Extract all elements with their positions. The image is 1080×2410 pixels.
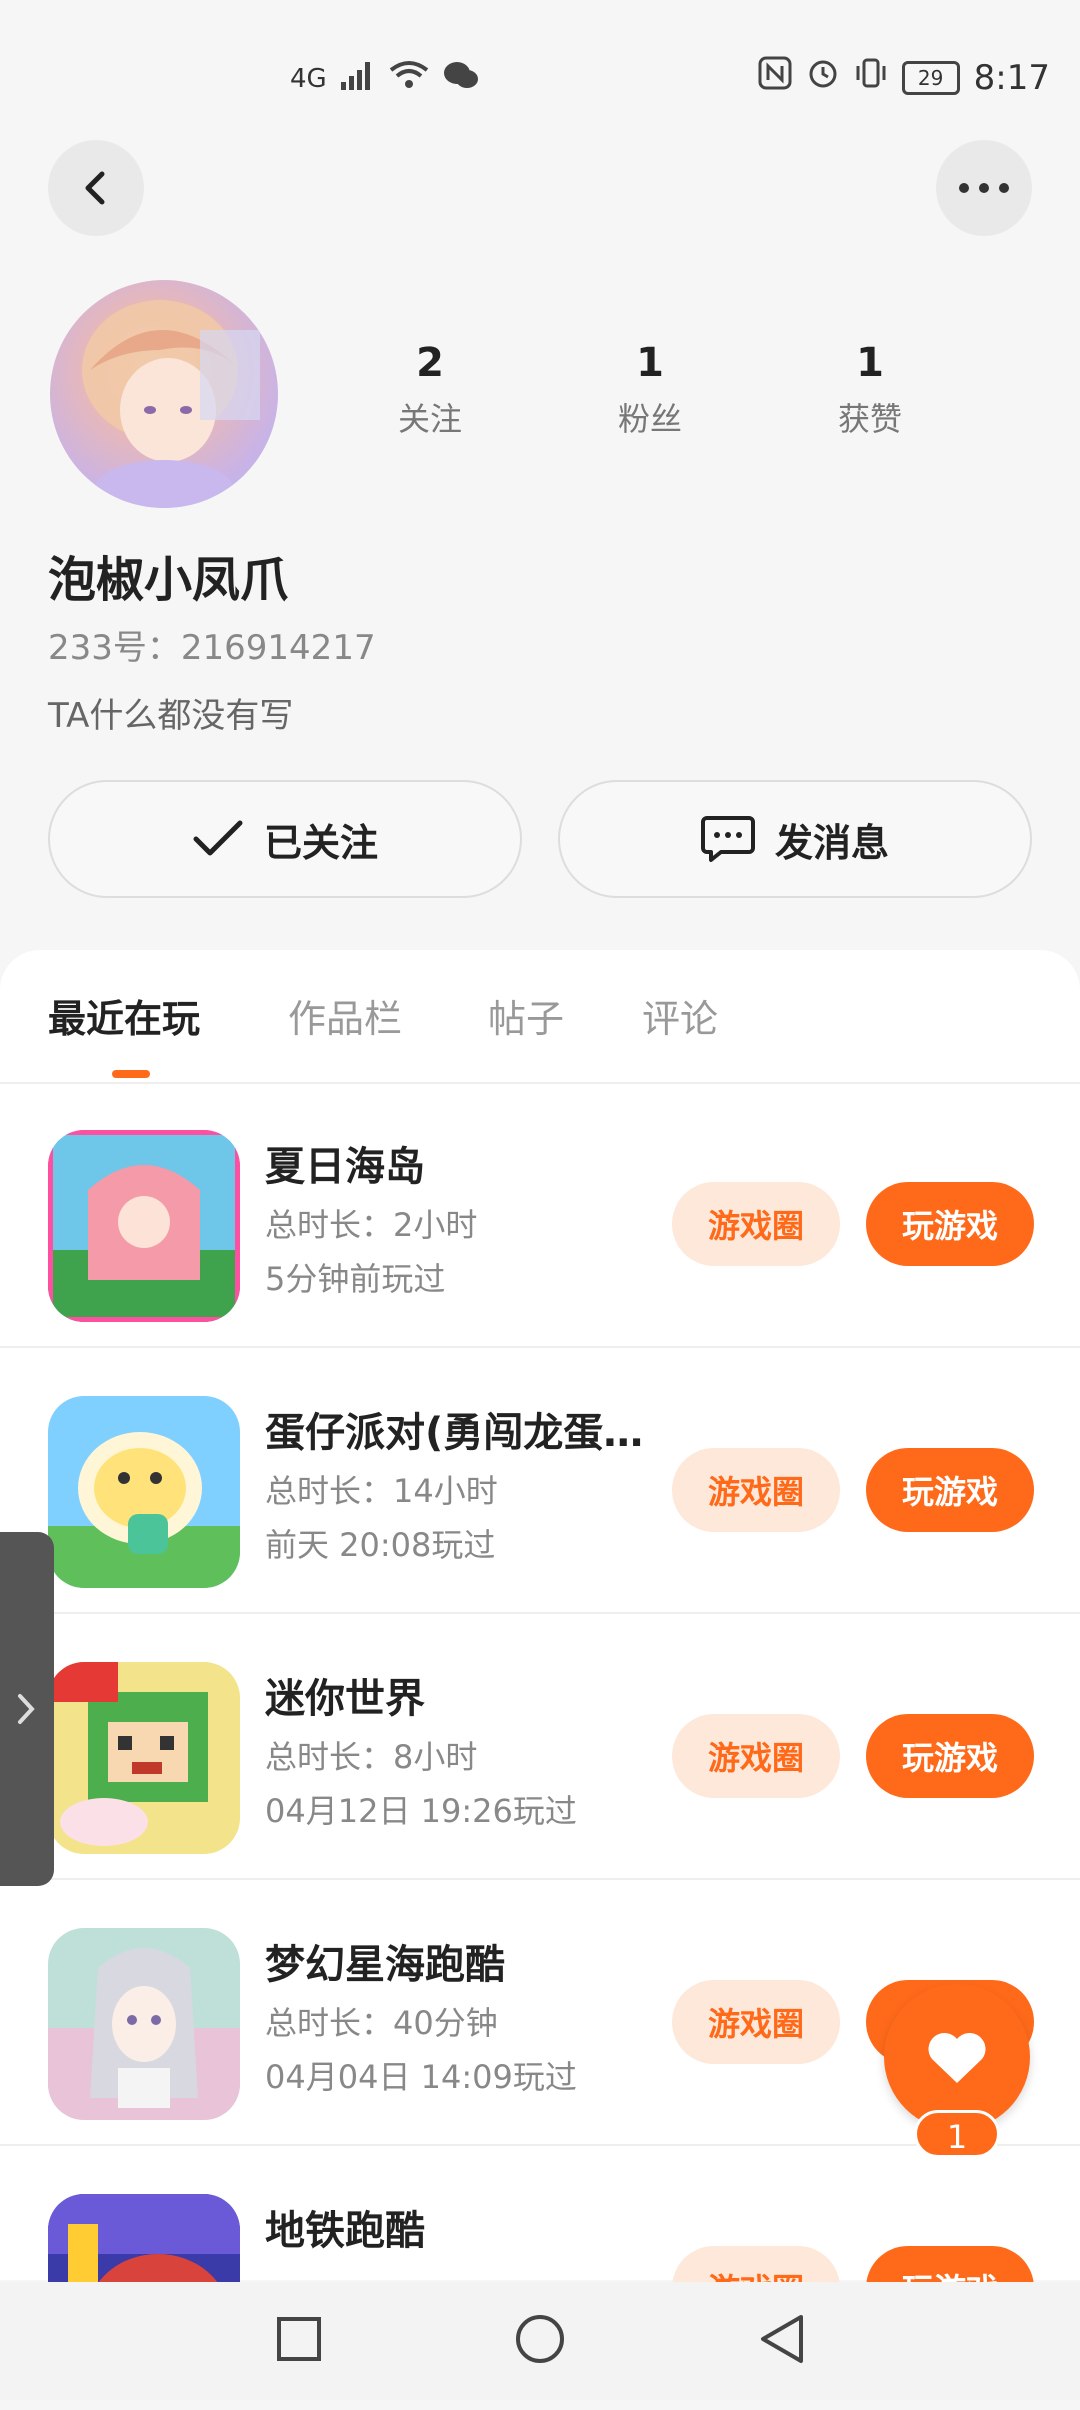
status-bar: 4G 29 8:17 <box>0 0 1080 150</box>
more-button[interactable] <box>936 140 1032 236</box>
chevron-right-icon <box>18 1694 35 1724</box>
system-nav-bar <box>0 2282 1080 2400</box>
like-count-badge: 1 <box>914 2110 1000 2158</box>
circle-icon <box>515 2315 564 2363</box>
vibrate-icon <box>854 56 888 99</box>
game-circle-button[interactable]: 游戏圈 <box>672 1714 840 1798</box>
tab-posts[interactable]: 帖子 <box>488 988 564 1043</box>
like-button[interactable] <box>884 1984 1030 2130</box>
game-icon-mini-world[interactable] <box>48 1662 240 1854</box>
follow-label: 已关注 <box>263 820 378 865</box>
stat-likes[interactable]: 1 获赞 <box>760 340 980 440</box>
avatar-illustration <box>82 300 260 508</box>
avatar[interactable] <box>50 280 278 508</box>
game-row[interactable]: 蛋仔派对(勇闯龙蛋… 总时长：14小时 前天 20:08玩过 游戏圈 玩游戏 <box>0 1348 1080 1614</box>
game-circle-button[interactable]: 游戏圈 <box>672 1182 840 1266</box>
game-row[interactable]: 迷你世界 总时长：8小时 04月12日 19:26玩过 游戏圈 玩游戏 <box>0 1614 1080 1880</box>
profile-uid: 233号：216914217 <box>48 628 376 668</box>
game-title: 夏日海岛 <box>265 1144 425 1190</box>
tab-recent[interactable]: 最近在玩 <box>48 988 200 1043</box>
fans-label: 粉丝 <box>617 400 682 438</box>
likes-label: 获赞 <box>837 400 902 438</box>
game-title: 迷你世界 <box>265 1676 425 1722</box>
play-game-button[interactable]: 玩游戏 <box>866 1448 1034 1532</box>
signal-icon <box>340 60 375 97</box>
game-title: 蛋仔派对(勇闯龙蛋… <box>265 1410 644 1456</box>
home-button[interactable] <box>514 2313 566 2369</box>
follow-button[interactable]: 已关注 <box>48 780 522 898</box>
game-duration: 总时长：14小时 <box>265 1472 498 1510</box>
game-title: 地铁跑酷 <box>265 2208 425 2254</box>
network-label: 4G <box>290 63 327 94</box>
game-icon-summer-island[interactable] <box>48 1130 240 1322</box>
play-game-button[interactable]: 玩游戏 <box>866 1182 1034 1266</box>
chat-bubble-icon <box>700 816 755 862</box>
game-icon-eggy-party[interactable] <box>48 1396 240 1588</box>
triangle-back-icon <box>760 2315 803 2363</box>
square-icon <box>277 2317 322 2361</box>
game-duration: 总时长：40分钟 <box>265 2004 498 2042</box>
tab-comments[interactable]: 评论 <box>642 988 718 1043</box>
time-label: 8:17 <box>973 57 1050 98</box>
stat-following[interactable]: 2 关注 <box>320 340 540 440</box>
message-button[interactable]: 发消息 <box>558 780 1032 898</box>
following-label: 关注 <box>397 400 462 438</box>
game-circle-button[interactable]: 游戏圈 <box>672 1448 840 1532</box>
following-count: 2 <box>416 340 444 386</box>
profile-name: 泡椒小凤爪 <box>48 552 289 608</box>
back-button[interactable] <box>48 140 144 236</box>
status-left: 4G <box>290 60 479 97</box>
game-icon-dream-starsea-parkour[interactable] <box>48 1928 240 2120</box>
play-game-button[interactable]: 玩游戏 <box>866 1714 1034 1798</box>
stat-fans[interactable]: 1 粉丝 <box>540 340 760 440</box>
heart-icon <box>928 2032 986 2083</box>
game-last-played: 5分钟前玩过 <box>265 1260 446 1298</box>
wifi-icon <box>389 60 429 97</box>
more-dots-icon <box>959 183 1009 193</box>
tab-active-indicator <box>112 1070 150 1078</box>
profile-bio: TA什么都没有写 <box>48 696 294 736</box>
back-nav-button[interactable] <box>757 2313 805 2369</box>
game-last-played: 04月04日 14:09玩过 <box>265 2058 577 2096</box>
game-circle-button[interactable]: 游戏圈 <box>672 1980 840 2064</box>
fans-count: 1 <box>636 340 664 386</box>
recents-button[interactable] <box>275 2315 323 2367</box>
game-last-played: 前天 20:08玩过 <box>265 1526 496 1564</box>
message-label: 发消息 <box>774 820 889 865</box>
game-duration: 总时长：2小时 <box>265 1206 478 1244</box>
check-icon <box>193 820 243 856</box>
nfc-icon <box>758 56 792 99</box>
status-right: 29 8:17 <box>758 56 1050 99</box>
wechat-icon <box>443 60 479 97</box>
likes-count: 1 <box>856 340 884 386</box>
game-title: 梦幻星海跑酷 <box>265 1942 505 1988</box>
tab-bar: 最近在玩 作品栏 帖子 评论 <box>0 950 1080 1084</box>
alarm-icon <box>806 56 840 99</box>
game-last-played: 04月12日 19:26玩过 <box>265 1792 577 1830</box>
tab-works[interactable]: 作品栏 <box>288 988 402 1043</box>
chevron-left-icon <box>85 171 105 205</box>
side-drawer-handle[interactable] <box>0 1532 54 1886</box>
battery-icon: 29 <box>901 60 960 95</box>
game-row[interactable]: 夏日海岛 总时长：2小时 5分钟前玩过 游戏圈 玩游戏 <box>0 1082 1080 1348</box>
game-duration: 总时长：8小时 <box>265 1738 478 1776</box>
profile-stats: 2 关注 1 粉丝 1 获赞 <box>320 340 1040 440</box>
